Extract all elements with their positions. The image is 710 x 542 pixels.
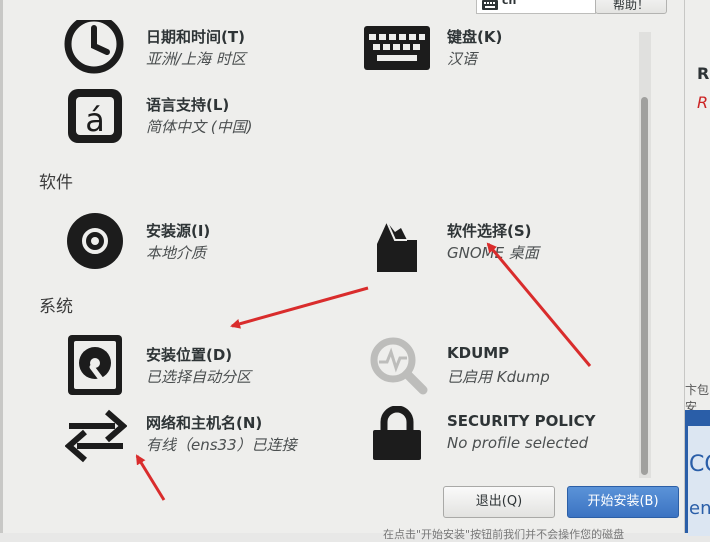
spoke-language-title: 语言支持(L) [146,96,230,114]
spoke-kdump-status: 已启用 Kdump [447,368,550,386]
spoke-network-title: 网络和主机名(N) [146,414,263,432]
background-blue-panel: CO ent [685,410,710,536]
keyboard-layout-indicator[interactable]: cn [476,0,596,14]
installation-summary-window: cn 帮助！ 日期和时间(T) 亚洲/上海 时区 键盘(K) 汉语 á 语言支持… [0,0,684,541]
spoke-install-source-title: 安装源(I) [146,222,211,240]
spoke-software-selection-status: GNOME 桌面 [447,244,539,262]
background-letter-r-red: R [697,93,709,112]
help-button[interactable]: 帮助！ [595,0,667,14]
background-blue-text-2: ent [689,498,710,519]
disk-notice-text: 在点击"开始安装"按钮前我们并不会操作您的磁盘 [383,528,625,541]
spoke-install-destination-status: 已选择自动分区 [146,368,252,386]
language-glyph: á [85,101,105,139]
network-arrows-icon [65,409,127,463]
begin-installation-button[interactable]: 开始安装(B) [567,486,679,518]
spoke-keyboard-status: 汉语 [447,50,478,68]
spoke-software-selection-title: 软件选择(S) [447,222,532,240]
clock-icon [64,20,124,74]
keyboard-small-icon [482,0,498,10]
language-icon: á [68,89,122,143]
spoke-network-status: 有线（ens33）已连接 [146,436,297,454]
lock-icon [373,406,421,460]
section-title-software: 软件 [39,173,73,193]
spoke-install-source-status: 本地介质 [146,244,207,262]
spoke-security-policy-status: No profile selected [447,434,589,452]
spoke-kdump-title: KDUMP [447,344,510,362]
background-window-strip: R R 卞包安 CO ent [684,0,710,536]
layout-code: cn [502,0,517,7]
scrollbar-thumb[interactable] [641,97,648,475]
magnifier-icon [370,337,428,395]
package-icon [377,221,417,272]
spoke-language-status: 简体中文 (中国) [146,118,253,136]
quit-button[interactable]: 退出(Q) [443,486,555,518]
section-title-system: 系统 [39,297,73,317]
spoke-keyboard-title: 键盘(K) [447,28,503,46]
background-blue-text-1: CO [689,452,710,477]
spoke-security-policy-title: SECURITY POLICY [447,412,596,430]
disc-icon [67,213,123,269]
spoke-datetime-status: 亚洲/上海 时区 [146,50,246,68]
spoke-install-destination-title: 安装位置(D) [146,346,233,364]
keyboard-icon [364,26,430,70]
background-letter-r: R [697,64,710,83]
harddisk-icon [68,335,122,395]
spoke-datetime-title: 日期和时间(T) [146,28,245,46]
